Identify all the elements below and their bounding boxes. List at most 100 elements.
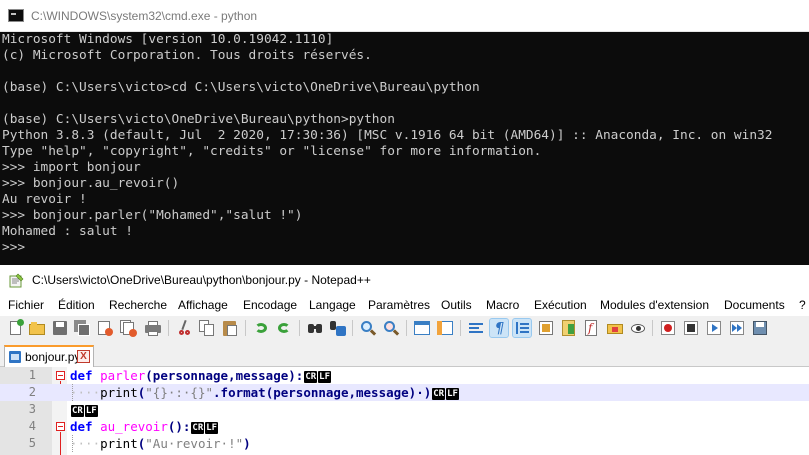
- zoom-out-icon[interactable]: [382, 319, 400, 337]
- save-icon[interactable]: [51, 319, 69, 337]
- function-name: au_revoir: [100, 419, 168, 434]
- console-prompt-line[interactable]: >>>: [2, 240, 808, 256]
- eol-cr-marker: CR: [191, 422, 205, 434]
- menu-encodage[interactable]: Encodage: [243, 298, 297, 312]
- close-icon[interactable]: [96, 319, 114, 337]
- cmd-titlebar[interactable]: C:\WINDOWS\system32\cmd.exe - python: [0, 0, 809, 32]
- eol-lf-marker: LF: [446, 388, 459, 400]
- playback-macro-icon[interactable]: [705, 319, 723, 337]
- toolbar-separator: [352, 320, 353, 336]
- print-icon[interactable]: [144, 319, 162, 337]
- eol-cr-marker: CR: [71, 405, 84, 417]
- menu-parametres[interactable]: Paramètres: [368, 298, 430, 312]
- code-text: ····print("Au·revoir·!"): [70, 436, 251, 451]
- tab-close-button[interactable]: X: [77, 350, 90, 363]
- eol-lf-marker: LF: [84, 405, 98, 417]
- menu-fichier[interactable]: Fichier: [8, 298, 44, 312]
- toolbar-separator: [652, 320, 653, 336]
- menu-edition[interactable]: Édition: [58, 298, 95, 312]
- code-line-5: 5 ····print("Au·revoir·!"): [0, 435, 809, 452]
- keyword-def: def: [70, 419, 93, 434]
- menu-outils[interactable]: Outils: [441, 298, 472, 312]
- user-defined-language-icon[interactable]: [537, 319, 555, 337]
- word-wrap-icon[interactable]: [467, 319, 485, 337]
- cut-icon[interactable]: [175, 319, 193, 337]
- code-text: def au_revoir(): CR LF: [70, 418, 219, 435]
- notepadpp-window[interactable]: C:\Users\victo\OneDrive\Bureau\python\bo…: [0, 265, 809, 455]
- find-icon[interactable]: [306, 319, 324, 337]
- toolbar: ¶ f: [0, 316, 809, 342]
- paste-icon[interactable]: [221, 319, 239, 337]
- menu-execution[interactable]: Exécution: [534, 298, 587, 312]
- line-number: 5: [28, 436, 36, 450]
- line-number: 4: [28, 419, 36, 433]
- saved-file-icon: [9, 351, 21, 363]
- stop-recording-icon[interactable]: [682, 319, 700, 337]
- code-line-3: 3 CR LF: [0, 401, 809, 418]
- menu-modules-extension[interactable]: Modules d'extension: [600, 298, 709, 312]
- menu-affichage[interactable]: Affichage: [178, 298, 228, 312]
- document-map-icon[interactable]: [560, 319, 578, 337]
- console-line: (c) Microsoft Corporation. Tous droits r…: [2, 48, 372, 63]
- console-line: Mohamed : salut !: [2, 224, 133, 239]
- console-line: >>> bonjour.au_revoir(): [2, 176, 180, 191]
- cmd-window[interactable]: C:\WINDOWS\system32\cmd.exe - python Mic…: [0, 0, 809, 265]
- line-number: 3: [28, 402, 36, 416]
- zoom-in-icon[interactable]: [359, 319, 377, 337]
- close-all-icon[interactable]: [119, 319, 137, 337]
- code-line-4: 4 def au_revoir(): CR LF: [0, 418, 809, 435]
- toolbar-separator: [245, 320, 246, 336]
- eol-lf-marker: LF: [318, 371, 331, 383]
- menu-help[interactable]: ?: [799, 298, 806, 312]
- tab-bonjour-py[interactable]: bonjour.py X: [4, 345, 94, 367]
- function-params: (personnage,message):: [145, 368, 304, 383]
- save-all-icon[interactable]: [73, 319, 91, 337]
- console-icon: [8, 9, 24, 22]
- menu-documents[interactable]: Documents: [724, 298, 785, 312]
- console-output[interactable]: Microsoft Windows [version 10.0.19042.11…: [2, 32, 808, 263]
- code-editor[interactable]: 1 def parler(personnage,message): CR LF 2 …: [0, 367, 809, 455]
- menu-langage[interactable]: Langage: [309, 298, 356, 312]
- undo-icon[interactable]: [252, 319, 270, 337]
- keyword-def: def: [70, 368, 93, 383]
- console-line: Au revoir !: [2, 192, 87, 207]
- cmd-window-title: C:\WINDOWS\system32\cmd.exe - python: [31, 9, 258, 23]
- console-line: >>> bonjour.parler("Mohamed","salut !"): [2, 208, 303, 223]
- tab-bar: bonjour.py X: [0, 342, 809, 367]
- paren: ): [243, 436, 251, 451]
- toolbar-separator: [299, 320, 300, 336]
- toolbar-separator: [406, 320, 407, 336]
- record-macro-icon[interactable]: [659, 319, 677, 337]
- function-list-icon[interactable]: f: [583, 319, 601, 337]
- code-line-2: 2 ····print("{}·:·{}".format(personnage,…: [0, 384, 809, 401]
- string-literal: "{}·:·{}": [145, 385, 214, 400]
- save-macro-icon[interactable]: [751, 319, 769, 337]
- copy-icon[interactable]: [198, 319, 216, 337]
- console-line: Microsoft Windows [version 10.0.19042.11…: [2, 32, 334, 47]
- redo-icon[interactable]: [275, 319, 293, 337]
- npp-titlebar[interactable]: C:\Users\victo\OneDrive\Bureau\python\bo…: [0, 265, 809, 295]
- menu-macro[interactable]: Macro: [486, 298, 519, 312]
- run-macro-multiple-icon[interactable]: [728, 319, 746, 337]
- line-number: 2: [28, 385, 36, 399]
- format-call: .format(personnage,message)·): [213, 385, 432, 400]
- toolbar-separator: [460, 320, 461, 336]
- sync-horizontal-icon[interactable]: [436, 319, 454, 337]
- menu-bar: Fichier Édition Recherche Affichage Enco…: [0, 295, 809, 316]
- monitoring-icon[interactable]: [629, 319, 647, 337]
- console-line: >>> import bonjour: [2, 160, 141, 175]
- open-file-icon[interactable]: [28, 319, 46, 337]
- sync-vertical-icon[interactable]: [413, 319, 431, 337]
- folder-as-workspace-icon[interactable]: [606, 319, 624, 337]
- menu-recherche[interactable]: Recherche: [109, 298, 167, 312]
- code-text: ····print("{}·:·{}".format(personnage,me…: [70, 385, 459, 400]
- new-file-icon[interactable]: [7, 319, 25, 337]
- string-literal: "Au·revoir·!": [145, 436, 244, 451]
- notepadpp-logo-icon: [9, 273, 24, 288]
- show-all-characters-icon[interactable]: ¶: [489, 318, 509, 338]
- replace-icon[interactable]: [329, 319, 347, 337]
- builtin-print: print: [100, 436, 138, 451]
- eol-cr-marker: CR: [304, 371, 318, 383]
- indent-guide-icon[interactable]: [512, 318, 532, 338]
